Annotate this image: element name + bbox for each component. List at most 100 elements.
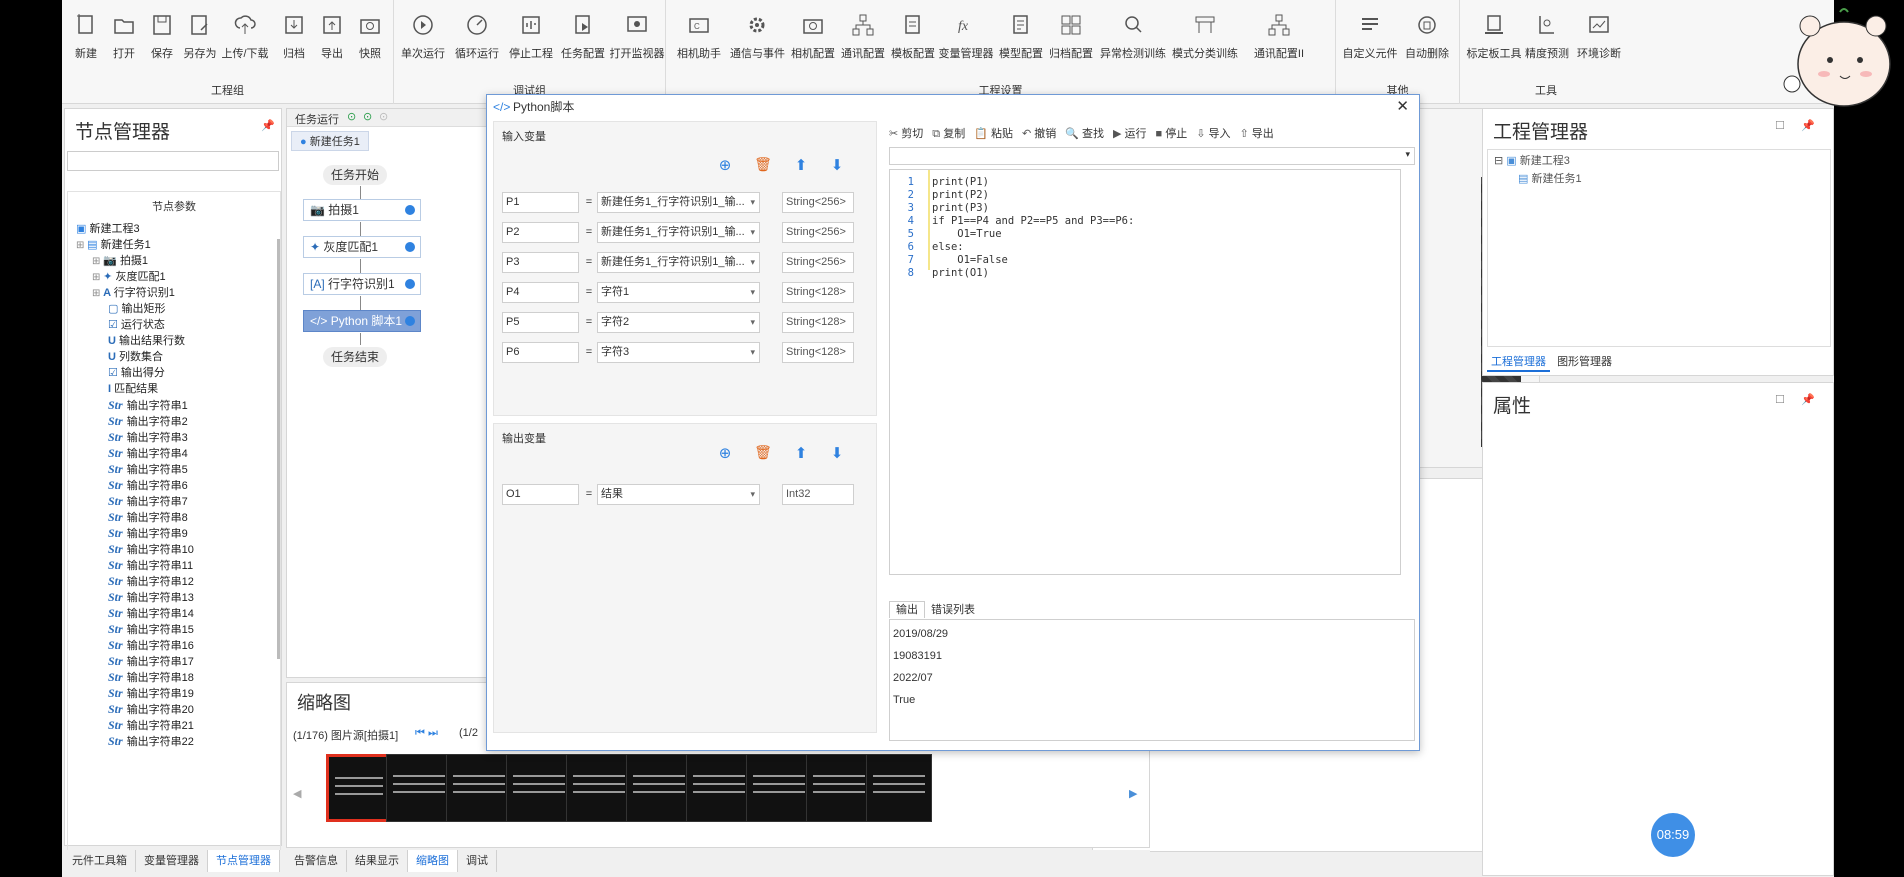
thumbnail-image[interactable]	[326, 754, 392, 822]
project-tree-item[interactable]: ▤ 新建任务1	[1518, 170, 1582, 186]
code-editor[interactable]: 1 print(P1) 2 print(P2) 3 print(P3) 4 if P1==P4…	[889, 169, 1401, 575]
editor-run-button[interactable]: ▶ 运行	[1113, 125, 1147, 141]
project-tree-item[interactable]: ⊟ ▣ 新建工程3	[1494, 152, 1570, 168]
tab-variable-manager[interactable]: 变量管理器	[136, 850, 208, 872]
model-config-button[interactable]: 模型配置	[996, 12, 1046, 72]
auto-delete-button[interactable]: 自动删除	[1400, 12, 1454, 72]
variable-source-select[interactable]: 字符1	[597, 282, 760, 303]
delete-icon[interactable]: 🗑	[754, 444, 772, 462]
upload-download-button[interactable]: 上传/下载	[220, 12, 270, 72]
move-down-icon[interactable]: ⬇	[828, 444, 846, 462]
tab-project-manager[interactable]: 工程管理器	[1487, 354, 1550, 372]
open-monitor-button[interactable]: 打开监视器	[608, 12, 666, 72]
save-as-button[interactable]: 另存为	[178, 12, 222, 72]
variable-name-field[interactable]: P4	[502, 282, 579, 303]
tab-error-list[interactable]: 错误列表	[925, 602, 981, 618]
tab-output[interactable]: 输出	[889, 601, 925, 618]
tab-node-manager[interactable]: 节点管理器	[208, 850, 280, 872]
expand-icon[interactable]: ⊞	[92, 288, 103, 299]
maximize-icon[interactable]: ☐	[1775, 393, 1785, 406]
camera-config-button[interactable]: 相机配置	[788, 12, 838, 72]
thumbnail-image[interactable]	[386, 754, 452, 822]
thumbnail-image[interactable]	[806, 754, 872, 822]
add-icon[interactable]: ⊕	[716, 444, 734, 462]
first-page-icon[interactable]: ⏮ ⏭	[415, 727, 438, 740]
expand-icon[interactable]: ⊞	[92, 272, 103, 283]
variable-name-field[interactable]: P5	[502, 312, 579, 333]
add-icon[interactable]: ⊕	[716, 156, 734, 174]
variable-source-select[interactable]: 新建任务1_行字符识别1_输...	[597, 222, 760, 243]
editor-export-button[interactable]: ⇧ 导出	[1240, 125, 1274, 141]
expand-icon[interactable]: ⊞	[92, 256, 103, 267]
move-up-icon[interactable]: ⬆	[792, 156, 810, 174]
variable-name-field[interactable]: P2	[502, 222, 579, 243]
editor-cut-button[interactable]: ✂ 剪切	[889, 125, 923, 141]
pin-icon[interactable]: 📌	[261, 119, 275, 132]
tree-node[interactable]: Str 输出字符串22	[108, 732, 194, 750]
next-arrow-icon[interactable]: ▶	[1129, 787, 1137, 800]
camera-assistant-button[interactable]: C 相机助手	[674, 12, 724, 72]
maximize-icon[interactable]: ☐	[1775, 119, 1785, 132]
thumbnail-image[interactable]	[446, 754, 512, 822]
pin-icon[interactable]: 📌	[1801, 393, 1815, 406]
variable-source-select[interactable]: 字符3	[597, 342, 760, 363]
thumbnail-image[interactable]	[866, 754, 932, 822]
editor-stop-button[interactable]: ■ 停止	[1156, 125, 1188, 141]
template-config-button[interactable]: 模板配置	[888, 12, 938, 72]
editor-import-button[interactable]: ⇩ 导入	[1196, 125, 1230, 141]
thumbnail-image[interactable]	[686, 754, 752, 822]
move-down-icon[interactable]: ⬇	[828, 156, 846, 174]
anomaly-training-button[interactable]: 异常检测训练	[1100, 12, 1166, 72]
comm-event-button[interactable]: 通信与事件	[730, 12, 785, 72]
variable-name-field[interactable]: P1	[502, 192, 579, 213]
calibration-tool-button[interactable]: 标定板工具	[1466, 12, 1522, 72]
step-icon[interactable]: ⊙	[363, 110, 372, 123]
tab-component-toolbox[interactable]: 元件工具箱	[64, 850, 136, 872]
node-search-input[interactable]	[67, 151, 279, 171]
snapshot-button[interactable]: 快照	[348, 12, 392, 72]
flow-node-gray-match[interactable]: ✦ 灰度匹配1	[303, 236, 421, 258]
editor-undo-button[interactable]: ↶ 撤销	[1022, 125, 1056, 141]
pin-icon[interactable]: 📌	[1801, 119, 1815, 132]
tree-scrollbar[interactable]	[277, 239, 280, 659]
comm-config-button[interactable]: 通讯配置	[838, 12, 888, 72]
tab-alarm[interactable]: 告警信息	[286, 850, 347, 872]
variable-source-select[interactable]: 新建任务1_行字符识别1_输...	[597, 192, 760, 213]
variable-name-field[interactable]: P6	[502, 342, 579, 363]
run-once-button[interactable]: 单次运行	[398, 12, 448, 72]
thumbnail-image[interactable]	[626, 754, 692, 822]
close-icon[interactable]: ✕	[1396, 95, 1409, 119]
env-diagnosis-button[interactable]: 环境诊断	[1572, 12, 1626, 72]
classification-training-button[interactable]: 模式分类训练	[1172, 12, 1238, 72]
flow-node-capture[interactable]: 📷 拍摄1	[303, 199, 421, 221]
stop-icon[interactable]: ⊙	[379, 110, 388, 123]
thumbnail-image[interactable]	[746, 754, 812, 822]
archive-config-button[interactable]: 归档配置	[1046, 12, 1096, 72]
run-loop-button[interactable]: 循环运行	[452, 12, 502, 72]
variable-source-select[interactable]: 新建任务1_行字符识别1_输...	[597, 252, 760, 273]
flow-node-ocr[interactable]: [A] 行字符识别1	[303, 273, 421, 295]
thumbnail-image[interactable]	[506, 754, 572, 822]
tab-graphic-manager[interactable]: 图形管理器	[1553, 354, 1616, 370]
comm-config-2-button[interactable]: 通讯配置II	[1246, 12, 1312, 72]
tab-thumbnail[interactable]: 缩略图	[408, 850, 458, 872]
variable-source-select[interactable]: 结果	[597, 484, 760, 505]
editor-copy-button[interactable]: ⧉ 复制	[932, 125, 965, 141]
custom-component-button[interactable]: 自定义元件	[1342, 12, 1398, 72]
task-config-button[interactable]: 任务配置	[558, 12, 608, 72]
stop-project-button[interactable]: 停止工程	[506, 12, 556, 72]
variable-name-field[interactable]: P3	[502, 252, 579, 273]
variable-manager-button[interactable]: fx 变量管理器	[938, 12, 994, 72]
thumbnail-image[interactable]	[566, 754, 632, 822]
flow-node-python[interactable]: </> Python 脚本1	[303, 310, 421, 332]
move-up-icon[interactable]: ⬆	[792, 444, 810, 462]
play-icon[interactable]: ⊙	[347, 110, 356, 123]
expand-icon[interactable]: ⊞	[76, 240, 87, 251]
delete-icon[interactable]: 🗑	[754, 156, 772, 174]
tab-task[interactable]: ● 新建任务1	[291, 131, 369, 151]
tab-result[interactable]: 结果显示	[347, 850, 408, 872]
timer-badge[interactable]: 08:59	[1651, 813, 1695, 857]
editor-paste-button[interactable]: 📋 粘贴	[974, 125, 1013, 141]
editor-search-button[interactable]: 🔍 查找	[1065, 125, 1104, 141]
variable-name-field[interactable]: O1	[502, 484, 579, 505]
